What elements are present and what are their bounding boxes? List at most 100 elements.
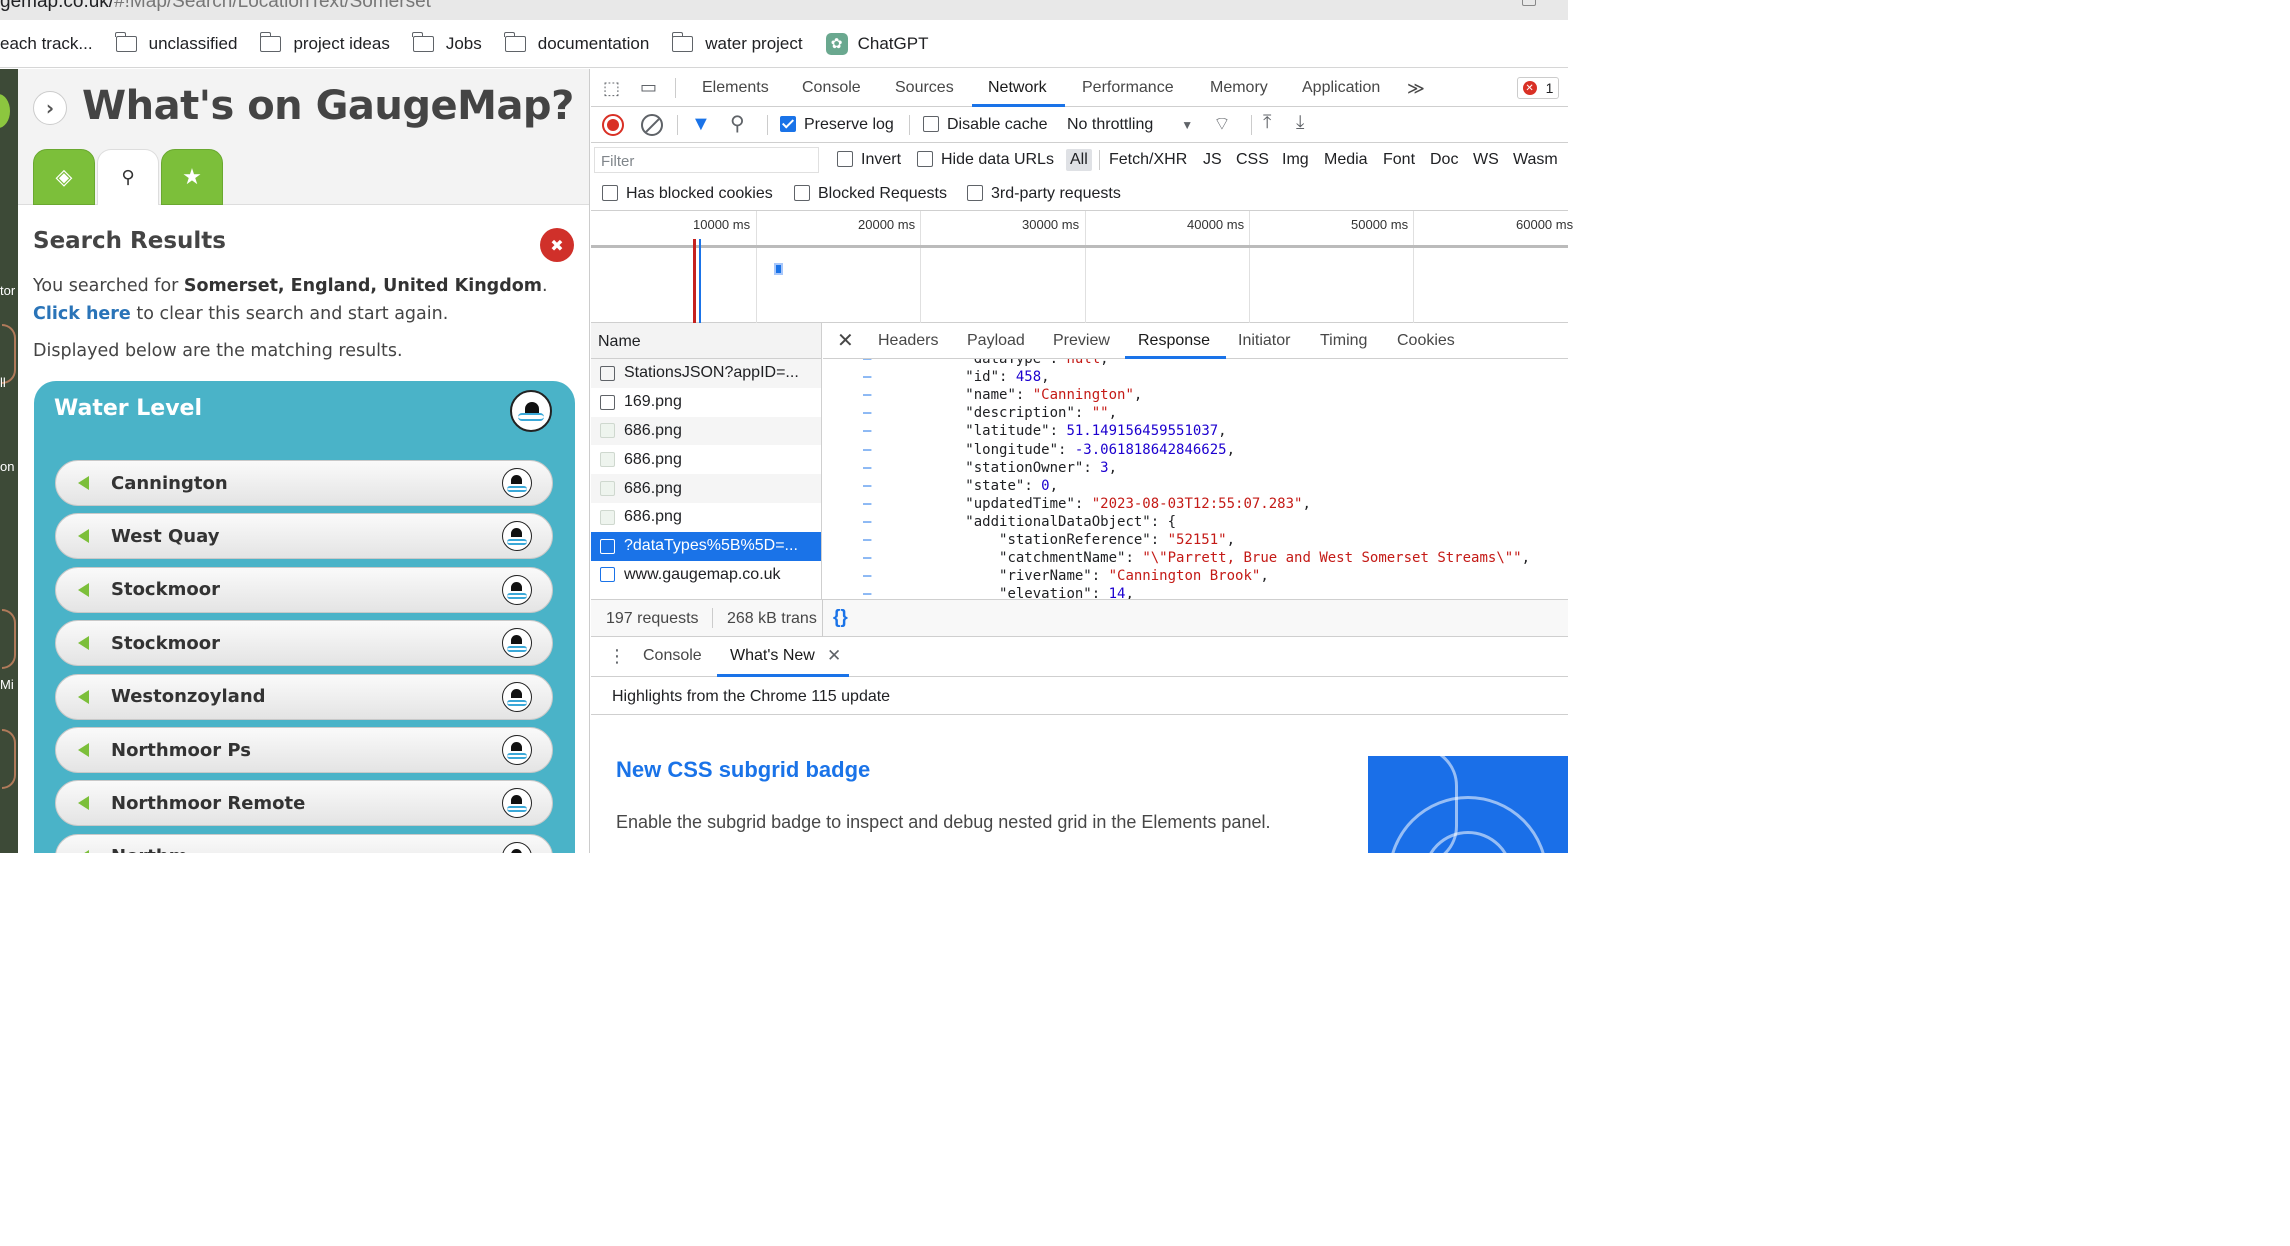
expand-arrow-icon[interactable]: [78, 689, 89, 704]
station-row[interactable]: Northm: [55, 833, 553, 853]
station-row[interactable]: Cannington: [55, 460, 553, 506]
request-row[interactable]: StationsJSON?appID=...: [591, 359, 821, 388]
drawer-tab-whats-new[interactable]: What's New: [730, 647, 815, 665]
close-drawer-tab-icon[interactable]: ✕: [827, 646, 841, 666]
filter-type-js[interactable]: JS: [1203, 151, 1222, 169]
filter-type-fetch-xhr[interactable]: Fetch/XHR: [1109, 151, 1187, 169]
address-bar[interactable]: gemap.co.uk/#!Map/Search/LocationText/So…: [0, 0, 1568, 20]
expand-arrow-icon[interactable]: [78, 849, 89, 853]
tab-cookies[interactable]: Cookies: [1397, 332, 1455, 350]
station-row[interactable]: Stockmoor: [55, 566, 553, 613]
disable-cache-checkbox[interactable]: Disable cache: [923, 116, 1048, 134]
station-row[interactable]: Northmoor Ps: [55, 727, 553, 773]
pretty-print-icon[interactable]: {}: [833, 607, 848, 629]
close-search-button[interactable]: ✖: [540, 228, 574, 262]
filter-input[interactable]: Filter: [594, 147, 819, 173]
tab-timing[interactable]: Timing: [1320, 332, 1367, 350]
export-har-icon[interactable]: ⤓: [1296, 112, 1304, 134]
invert-checkbox[interactable]: Invert: [837, 151, 901, 169]
bookmark-folder-water-project[interactable]: water project: [671, 31, 803, 54]
bookmark-folder-documentation[interactable]: documentation: [504, 31, 649, 54]
drawer-tab-console[interactable]: Console: [643, 647, 702, 665]
filter-type-media[interactable]: Media: [1324, 151, 1368, 169]
line-text: "latitude": 51.149156459551037,: [965, 423, 1227, 440]
error-count-badge[interactable]: ✕ 1: [1517, 77, 1559, 99]
network-conditions-icon[interactable]: ⌔: [1213, 112, 1231, 136]
expand-arrow-icon[interactable]: [78, 743, 89, 757]
bookmark-0[interactable]: each track...: [0, 34, 93, 54]
clear-search-link[interactable]: Click here: [33, 304, 131, 324]
network-overview-timeline[interactable]: 10000 ms 20000 ms 30000 ms 40000 ms 5000…: [591, 211, 1573, 323]
request-row[interactable]: 169.png: [591, 388, 821, 417]
feature-thumbnail[interactable]: [1368, 756, 1568, 853]
blocked-requests-checkbox[interactable]: Blocked Requests: [794, 185, 947, 203]
expand-arrow-icon[interactable]: [78, 636, 89, 651]
device-toolbar-icon[interactable]: ▭: [640, 77, 657, 98]
expand-arrow-icon[interactable]: [78, 796, 89, 811]
hide-data-urls-checkbox[interactable]: Hide data URLs: [917, 151, 1054, 169]
tab-initiator[interactable]: Initiator: [1238, 332, 1290, 350]
tab-headers[interactable]: Headers: [878, 332, 938, 350]
tab-elements[interactable]: Elements: [702, 79, 769, 97]
tab-performance[interactable]: Performance: [1082, 79, 1174, 97]
tab-application[interactable]: Application: [1302, 79, 1380, 97]
filter-icon[interactable]: ▼: [691, 113, 711, 136]
expand-arrow-icon[interactable]: [78, 529, 89, 544]
tab-payload[interactable]: Payload: [967, 332, 1025, 350]
bookmark-folder-unclassified[interactable]: unclassified: [115, 31, 237, 54]
import-har-icon[interactable]: ⤒: [1263, 112, 1271, 134]
bookmark-folder-jobs[interactable]: Jobs: [412, 31, 482, 54]
filter-type-doc[interactable]: Doc: [1430, 151, 1458, 169]
drawer-menu-icon[interactable]: ⋮: [608, 646, 626, 667]
bookmark-chatgpt[interactable]: ✿ ChatGPT: [825, 32, 928, 55]
request-row[interactable]: 686.png: [591, 474, 821, 503]
search-icon[interactable]: ⚲: [730, 111, 745, 136]
station-row[interactable]: Northmoor Remote: [55, 780, 553, 827]
column-header-name[interactable]: Name: [591, 323, 821, 359]
request-row[interactable]: 686.png: [591, 445, 821, 474]
request-name: StationsJSON?appID=...: [624, 364, 799, 382]
request-row[interactable]: 686.png: [591, 416, 821, 446]
tab-console[interactable]: Console: [802, 79, 861, 97]
inspect-element-icon[interactable]: ⬚: [603, 78, 620, 99]
preserve-log-checkbox[interactable]: Preserve log: [780, 116, 894, 134]
filter-type-wasm[interactable]: Wasm: [1513, 151, 1558, 169]
station-row[interactable]: West Quay: [55, 513, 553, 560]
tab-network[interactable]: Network: [988, 79, 1047, 97]
map-marker[interactable]: [0, 94, 10, 128]
window-restore-icon[interactable]: [1522, 0, 1536, 6]
map-road: [2, 729, 16, 789]
bookmark-folder-project-ideas[interactable]: project ideas: [259, 31, 390, 54]
tab-favourites[interactable]: ★: [161, 149, 223, 205]
request-row[interactable]: ?dataTypes%5B%5D=...: [591, 531, 821, 561]
clear-log-icon[interactable]: [641, 114, 663, 136]
record-stop-icon[interactable]: [602, 114, 624, 136]
more-tabs-icon[interactable]: ≫: [1407, 79, 1425, 99]
url-text[interactable]: gemap.co.uk/#!Map/Search/LocationText/So…: [0, 0, 431, 13]
filter-type-ws[interactable]: WS: [1473, 151, 1499, 169]
tab-response[interactable]: Response: [1138, 332, 1210, 350]
station-row[interactable]: Westonzoyland: [55, 673, 553, 720]
third-party-checkbox[interactable]: 3rd-party requests: [967, 185, 1121, 203]
tab-search[interactable]: ⚲: [97, 149, 159, 205]
request-row[interactable]: www.gaugemap.co.uk: [591, 561, 821, 590]
request-row[interactable]: 686.png: [591, 503, 821, 532]
expand-arrow-icon[interactable]: [78, 582, 89, 597]
collapse-chevron-icon[interactable]: ›: [33, 91, 67, 125]
close-detail-icon[interactable]: ✕: [837, 328, 854, 353]
tab-sources[interactable]: Sources: [895, 79, 954, 97]
tab-memory[interactable]: Memory: [1210, 79, 1268, 97]
tab-layers[interactable]: ◈: [33, 149, 95, 205]
throttling-select[interactable]: No throttling ▼: [1067, 116, 1193, 134]
response-body[interactable]: – "dataType": null, – "id": 458, – "name":…: [823, 359, 1568, 599]
station-row[interactable]: Stockmoor: [55, 620, 553, 667]
filter-type-img[interactable]: Img: [1282, 151, 1309, 169]
has-blocked-cookies-checkbox[interactable]: Has blocked cookies: [602, 185, 773, 203]
map-edge[interactable]: tor ll on Mi: [0, 69, 18, 853]
filter-type-font[interactable]: Font: [1383, 151, 1415, 169]
filter-type-all[interactable]: All: [1066, 149, 1092, 171]
tab-preview[interactable]: Preview: [1053, 332, 1110, 350]
whats-new-heading[interactable]: New CSS subgrid badge: [616, 757, 870, 783]
filter-type-css[interactable]: CSS: [1236, 151, 1269, 169]
expand-arrow-icon[interactable]: [78, 476, 89, 490]
